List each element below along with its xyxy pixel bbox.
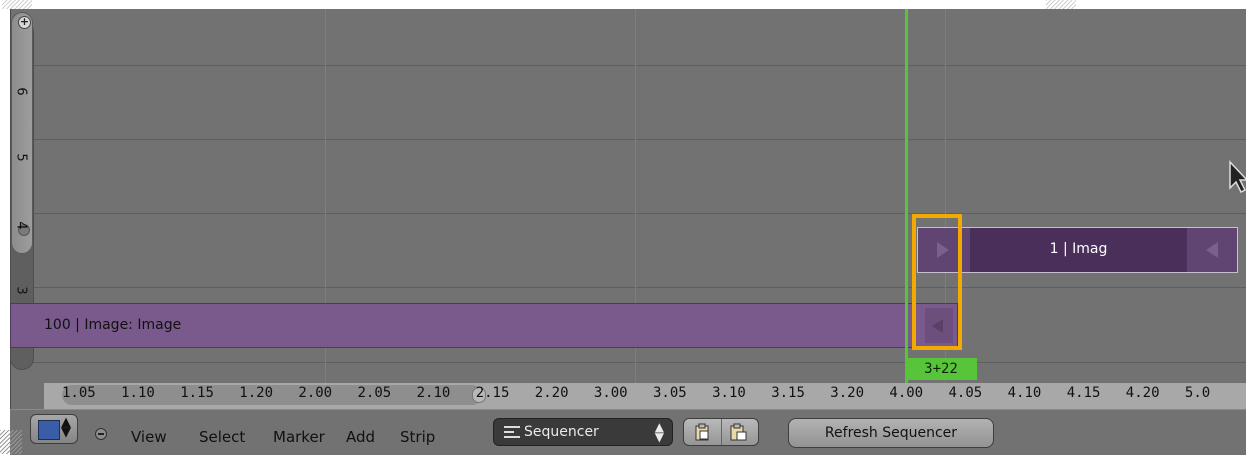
channel-number-6: 6 — [13, 87, 29, 96]
strip-right-handle[interactable] — [1187, 228, 1237, 272]
ruler-tick-label: 2.20 — [534, 385, 569, 401]
ruler-tick-label: 4.00 — [889, 385, 924, 401]
channel-number-5: 5 — [13, 153, 29, 162]
ruler-tick-label: 3.20 — [830, 385, 865, 401]
sequencer-editor-icon — [38, 420, 60, 440]
ruler-tick-label: 2.10 — [416, 385, 451, 401]
image-strip-long[interactable]: 100 | Image: Image — [10, 303, 958, 348]
ruler-tick-label: 1.10 — [121, 385, 155, 401]
up-down-arrows-icon: ▲ ▼ — [61, 415, 71, 440]
strip-label: 1 | Imag — [1049, 241, 1108, 257]
ruler-tick-label: 4.20 — [1125, 385, 1160, 401]
ruler-tick-label: 3.15 — [771, 385, 805, 401]
channel-number-4: 4 — [13, 221, 29, 230]
area-split-corner-left[interactable] — [2, 0, 32, 9]
menu-add[interactable]: Add — [346, 428, 375, 446]
ruler-tick-label: 4.10 — [1007, 385, 1042, 401]
ruler-tick-label: 1.20 — [239, 385, 274, 401]
menu-select[interactable]: Select — [199, 428, 245, 446]
menu-strip[interactable]: Strip — [400, 428, 435, 446]
area-split-corner-bottom[interactable] — [0, 430, 22, 454]
view-type-value: Sequencer — [524, 424, 599, 440]
ruler-tick-label: 2.00 — [298, 385, 333, 401]
ruler-tick-label: 1.05 — [62, 385, 96, 401]
current-frame-badge: 3+22 — [905, 358, 977, 380]
area-split-corner-right[interactable] — [1046, 0, 1076, 9]
top-clipped-area — [0, 0, 1246, 9]
ruler-tick-label: 4.15 — [1066, 385, 1101, 401]
highlight-annotation-box — [912, 214, 962, 350]
up-down-arrows-icon: ▲ ▼ — [654, 420, 664, 444]
channel-separator — [11, 287, 1246, 288]
channel-separator — [11, 213, 1246, 214]
button-separator — [721, 419, 722, 445]
ruler-tick-label: 1.15 — [180, 385, 214, 401]
image-strip-short[interactable]: 1 | Imag — [917, 227, 1238, 273]
mouse-pointer-icon — [1229, 160, 1246, 194]
channel-separator — [11, 65, 1246, 66]
channel-number-3: 3 — [13, 286, 29, 295]
handle-left-arrow-icon — [1206, 242, 1218, 258]
sequencer-lines-icon — [504, 426, 520, 438]
menu-view[interactable]: View — [131, 428, 167, 446]
playhead-line[interactable] — [905, 9, 908, 411]
sequence-editor-screenshot: + 6 5 4 3 100 | Image: Image 1 | Imag 3+… — [0, 0, 1246, 459]
ruler-tick-label: 5.0 — [1184, 385, 1211, 401]
zoom-plus-icon[interactable]: + — [18, 16, 31, 29]
copy-clipboard-icon[interactable] — [693, 423, 711, 441]
ruler-tick-label: 2.15 — [475, 385, 510, 401]
view-type-dropdown[interactable]: Sequencer ▲ ▼ — [493, 418, 673, 446]
channel-separator — [11, 139, 1246, 140]
paste-clipboard-icon[interactable] — [729, 423, 747, 441]
ruler-tick-label: 3.10 — [712, 385, 746, 401]
collapse-menus-icon[interactable] — [95, 428, 107, 440]
channel-separator — [11, 362, 1246, 363]
ruler-tick-label: 4.05 — [948, 385, 983, 401]
editor-type-button[interactable]: ▲ ▼ — [30, 414, 78, 444]
copy-paste-buttons — [683, 418, 759, 446]
menu-marker[interactable]: Marker — [273, 428, 325, 446]
ruler-tick-label: 3.00 — [593, 385, 628, 401]
ruler-tick-label: 3.05 — [653, 385, 687, 401]
strip-label: 100 | Image: Image — [44, 317, 182, 333]
refresh-sequencer-button[interactable]: Refresh Sequencer — [788, 418, 994, 448]
ruler-tick-label: 2.05 — [357, 385, 392, 401]
